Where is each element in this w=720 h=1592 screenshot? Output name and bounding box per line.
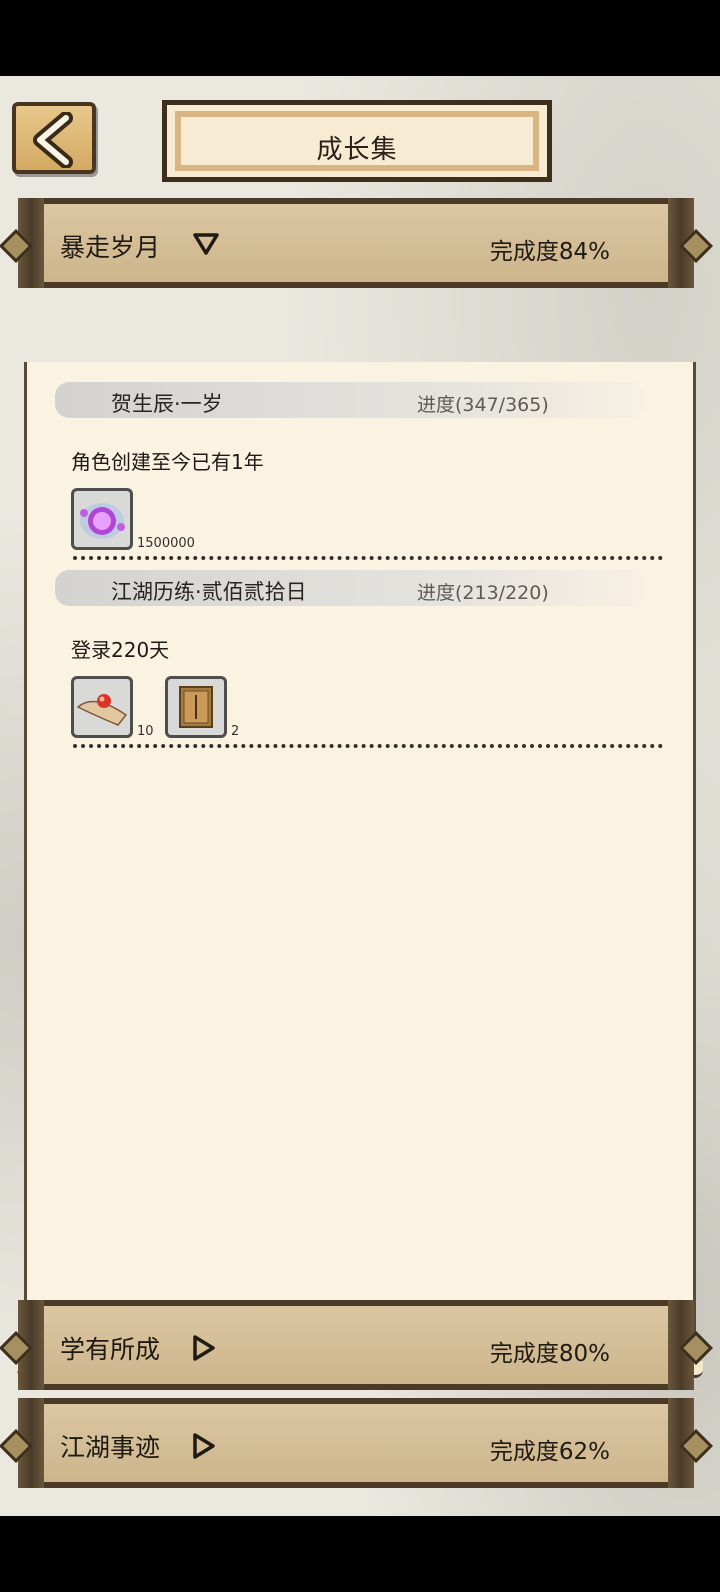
red-pearl-scroll-icon	[76, 694, 128, 726]
reward-count: 2	[231, 724, 240, 739]
section-title: 学有所成	[60, 1335, 161, 1364]
page-title: 成长集	[316, 135, 398, 165]
task-description: 角色创建至今已有1年	[71, 450, 264, 474]
section-completion: 完成度62%	[489, 1439, 610, 1465]
section-header-xueyou[interactable]: 学有所成 完成度80%	[0, 1300, 713, 1390]
task-progress: 进度(213/220)	[417, 582, 549, 604]
section-header-jianghu[interactable]: 江湖事迹 完成度62%	[0, 1398, 713, 1488]
chevron-right-icon	[193, 1335, 215, 1361]
task-name: 江湖历练·贰佰贰拾日	[111, 580, 307, 604]
task-divider	[73, 556, 663, 560]
reward-slot[interactable]	[165, 676, 227, 738]
section-title: 江湖事迹	[60, 1433, 161, 1462]
task-header: 江湖历练·贰佰贰拾日 进度(213/220)	[55, 570, 645, 606]
section-title: 暴走岁月	[60, 233, 161, 262]
reward-slot[interactable]	[71, 676, 133, 738]
task-name: 贺生辰·一岁	[111, 392, 223, 416]
task-header: 贺生辰·一岁 进度(347/365)	[55, 382, 645, 418]
task-divider	[73, 744, 663, 748]
task-description: 登录220天	[71, 638, 170, 662]
section-completion: 完成度80%	[489, 1341, 610, 1367]
title-banner: 成长集	[162, 100, 552, 182]
task-panel: 贺生辰·一岁 进度(347/365) 角色创建至今已有1年 1500000 江湖…	[17, 362, 703, 1378]
purple-orb-icon	[80, 503, 125, 539]
book-icon	[179, 686, 213, 728]
section-completion: 完成度84%	[489, 239, 610, 265]
chevron-right-icon	[193, 1433, 215, 1459]
screen: 成长集 暴走岁月 完成度84% 贺生辰·一岁 进度(347/365) 角色创建至…	[0, 76, 720, 1516]
section-header-baozou[interactable]: 暴走岁月 完成度84%	[0, 198, 713, 288]
task-progress: 进度(347/365)	[417, 394, 549, 416]
reward-slot[interactable]	[71, 488, 133, 550]
reward-count: 10	[137, 724, 154, 739]
back-arrow-icon	[33, 112, 73, 168]
reward-count: 1500000	[137, 536, 195, 551]
back-button[interactable]	[12, 102, 96, 174]
chevron-down-icon	[193, 233, 219, 255]
